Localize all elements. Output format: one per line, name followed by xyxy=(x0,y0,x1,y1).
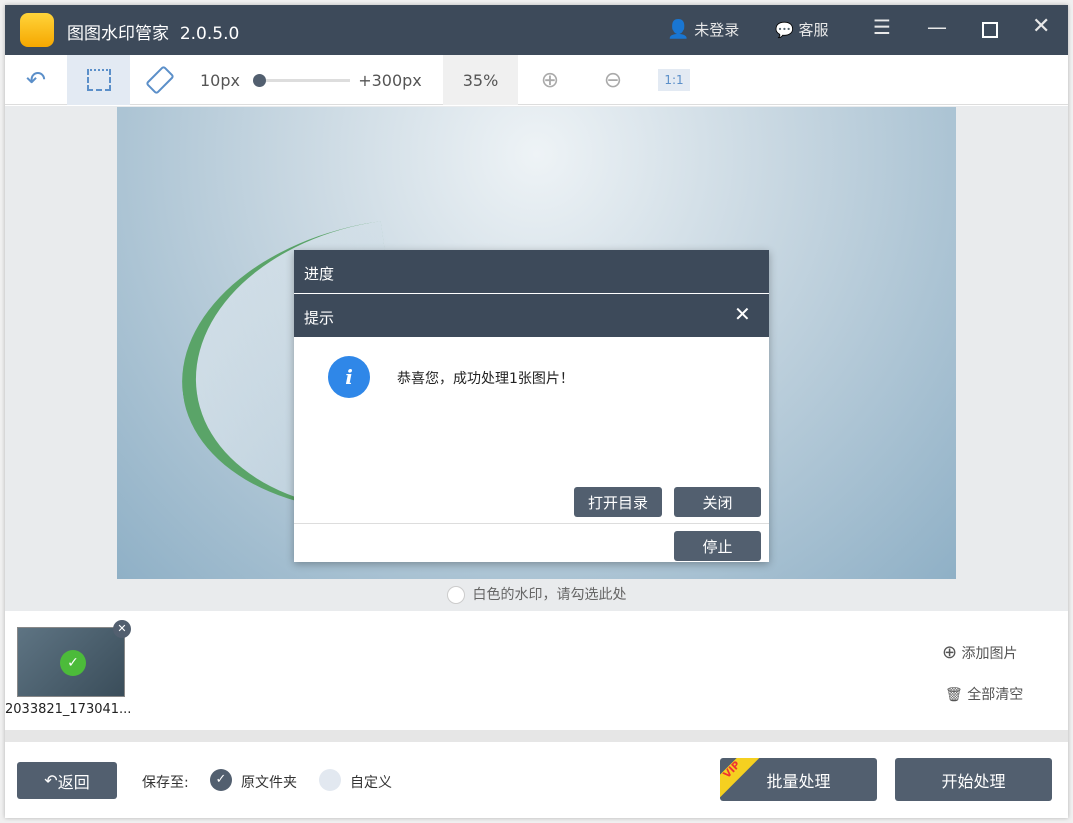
undo-icon[interactable]: ↶ xyxy=(5,55,67,105)
brush-size-slider[interactable] xyxy=(253,74,350,87)
white-watermark-label: 白色的水印，请勾选此处 xyxy=(472,587,627,603)
batch-label: 批量处理 xyxy=(766,771,831,791)
zoom-level: 35% xyxy=(443,55,518,105)
dialog-divider xyxy=(294,523,769,524)
remove-thumbnail-icon[interactable]: ✕ xyxy=(113,620,131,638)
dialog-message: 恭喜您，成功处理1张图片！ xyxy=(397,371,574,387)
maximize-button[interactable] xyxy=(982,22,998,38)
zoom-out-icon[interactable]: ⊖ xyxy=(593,55,633,105)
divider xyxy=(5,730,1068,742)
back-icon: ↶ xyxy=(44,771,58,790)
service-button[interactable]: 💬 客服 xyxy=(775,19,828,40)
menu-icon[interactable]: ☰ xyxy=(873,15,891,39)
open-directory-button[interactable]: 打开目录 xyxy=(574,487,662,517)
min-size-label: 10px xyxy=(200,70,240,90)
rect-select-tool[interactable] xyxy=(67,55,130,105)
thumbnail-name: 2033821_173041... xyxy=(5,702,132,717)
original-folder-radio[interactable]: ✓ xyxy=(210,769,232,791)
eraser-tool[interactable] xyxy=(130,55,190,105)
plus-circle-icon: ⊕ xyxy=(942,642,958,663)
back-button[interactable]: ↶ 返回 xyxy=(17,762,117,799)
clear-all-label: 全部清空 xyxy=(967,687,1024,703)
start-process-button[interactable]: 开始处理 xyxy=(895,758,1052,801)
title-bar: 图图水印管家 2.0.5.0 👤 未登录 💬 客服 ☰ — ✕ xyxy=(5,5,1068,55)
back-label: 返回 xyxy=(57,772,90,792)
dialog-close-icon[interactable]: ✕ xyxy=(734,302,751,326)
prompt-header: 提示 xyxy=(294,294,769,337)
service-label: 客服 xyxy=(798,21,829,39)
bottom-bar: ↶ 返回 保存至: ✓ 原文件夹 自定义 VIP 批量处理 开始处理 xyxy=(5,742,1068,818)
white-watermark-option[interactable]: 白色的水印，请勾选此处 xyxy=(5,584,1068,604)
stop-button[interactable]: 停止 xyxy=(674,531,761,561)
progress-dialog: 进度 提示 ✕ i 恭喜您，成功处理1张图片！ 打开目录 关闭 停止 xyxy=(294,250,769,562)
white-watermark-radio[interactable] xyxy=(446,586,465,604)
vip-badge: VIP xyxy=(720,758,761,799)
close-button[interactable]: ✕ xyxy=(1032,14,1050,39)
thumbnail-strip: ✓ ✕ 2033821_173041... ⊕ 添加图片 🗑 全部清空 xyxy=(5,612,1068,730)
trash-icon: 🗑 xyxy=(945,687,963,703)
login-button[interactable]: 👤 未登录 xyxy=(667,19,739,40)
slider-handle[interactable] xyxy=(253,74,266,87)
chat-icon: 💬 xyxy=(775,21,794,39)
zoom-in-icon[interactable]: ⊕ xyxy=(530,55,570,105)
max-size-label: +300px xyxy=(358,70,422,90)
check-icon: ✓ xyxy=(60,650,86,676)
original-folder-label: 原文件夹 xyxy=(241,775,297,791)
actual-size-button[interactable]: 1:1 xyxy=(658,69,690,91)
prompt-title: 提示 xyxy=(304,309,335,327)
app-version: 2.0.5.0 xyxy=(179,24,240,44)
clear-all-button[interactable]: 🗑 全部清空 xyxy=(945,684,1023,704)
add-image-label: 添加图片 xyxy=(961,646,1018,662)
app-logo xyxy=(20,13,54,47)
batch-process-button[interactable]: VIP 批量处理 xyxy=(720,758,877,801)
app-name: 图图水印管家 xyxy=(67,24,169,44)
save-to-label: 保存至: xyxy=(142,775,189,791)
info-icon: i xyxy=(328,356,370,398)
eraser-icon xyxy=(145,65,175,95)
custom-folder-radio[interactable] xyxy=(319,769,341,791)
toolbar: ↶ 10px +300px 35% ⊕ ⊖ 1:1 xyxy=(5,55,1068,105)
thumbnail[interactable]: ✓ xyxy=(17,627,125,697)
login-label: 未登录 xyxy=(694,21,740,39)
dialog-close-button[interactable]: 关闭 xyxy=(674,487,761,517)
app-title: 图图水印管家 2.0.5.0 xyxy=(67,19,239,44)
minimize-button[interactable]: — xyxy=(927,15,947,39)
rect-select-icon xyxy=(86,69,111,91)
progress-title: 进度 xyxy=(294,250,769,293)
user-icon: 👤 xyxy=(667,19,690,40)
custom-folder-label: 自定义 xyxy=(350,775,392,791)
add-image-button[interactable]: ⊕ 添加图片 xyxy=(942,642,1018,663)
